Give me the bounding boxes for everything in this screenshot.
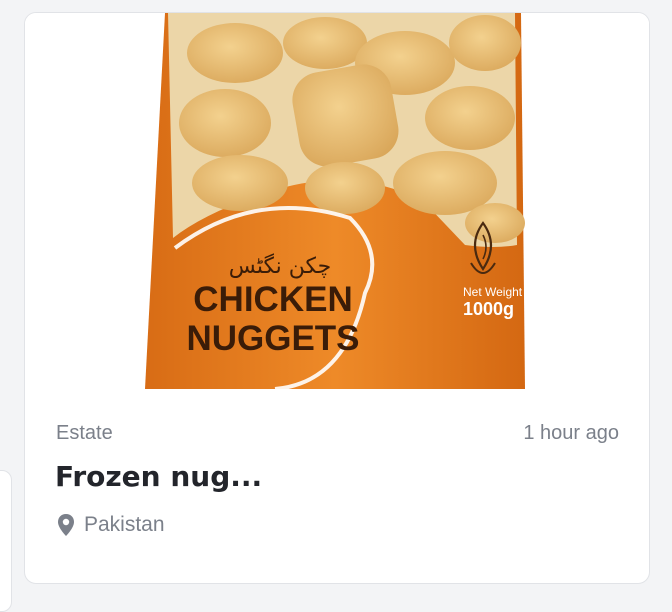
listing-category: Estate xyxy=(56,422,113,444)
adjacent-card-edge xyxy=(0,470,12,612)
location-text: Pakistan xyxy=(84,513,165,536)
package-line1: CHICKEN xyxy=(193,280,352,319)
listing-time: 1 hour ago xyxy=(523,422,619,444)
map-pin-icon xyxy=(58,514,74,536)
listing-title[interactable]: Frozen nug... xyxy=(55,460,262,493)
net-weight-label: Net Weight xyxy=(463,285,523,299)
product-photo: چکن نگٹس CHICKEN NUGGETS Net Weight 1000… xyxy=(25,13,649,389)
nugget-cluster xyxy=(179,15,525,243)
listing-location: Pakistan xyxy=(56,513,165,537)
package-line2: NUGGETS xyxy=(186,319,359,358)
urdu-label: چکن نگٹس xyxy=(229,253,331,279)
net-weight-value: 1000g xyxy=(463,299,514,319)
listing-meta: Estate 1 hour ago xyxy=(56,422,619,445)
listing-card[interactable]: چکن نگٹس CHICKEN NUGGETS Net Weight 1000… xyxy=(24,12,650,584)
listing-image[interactable]: چکن نگٹس CHICKEN NUGGETS Net Weight 1000… xyxy=(25,13,649,389)
